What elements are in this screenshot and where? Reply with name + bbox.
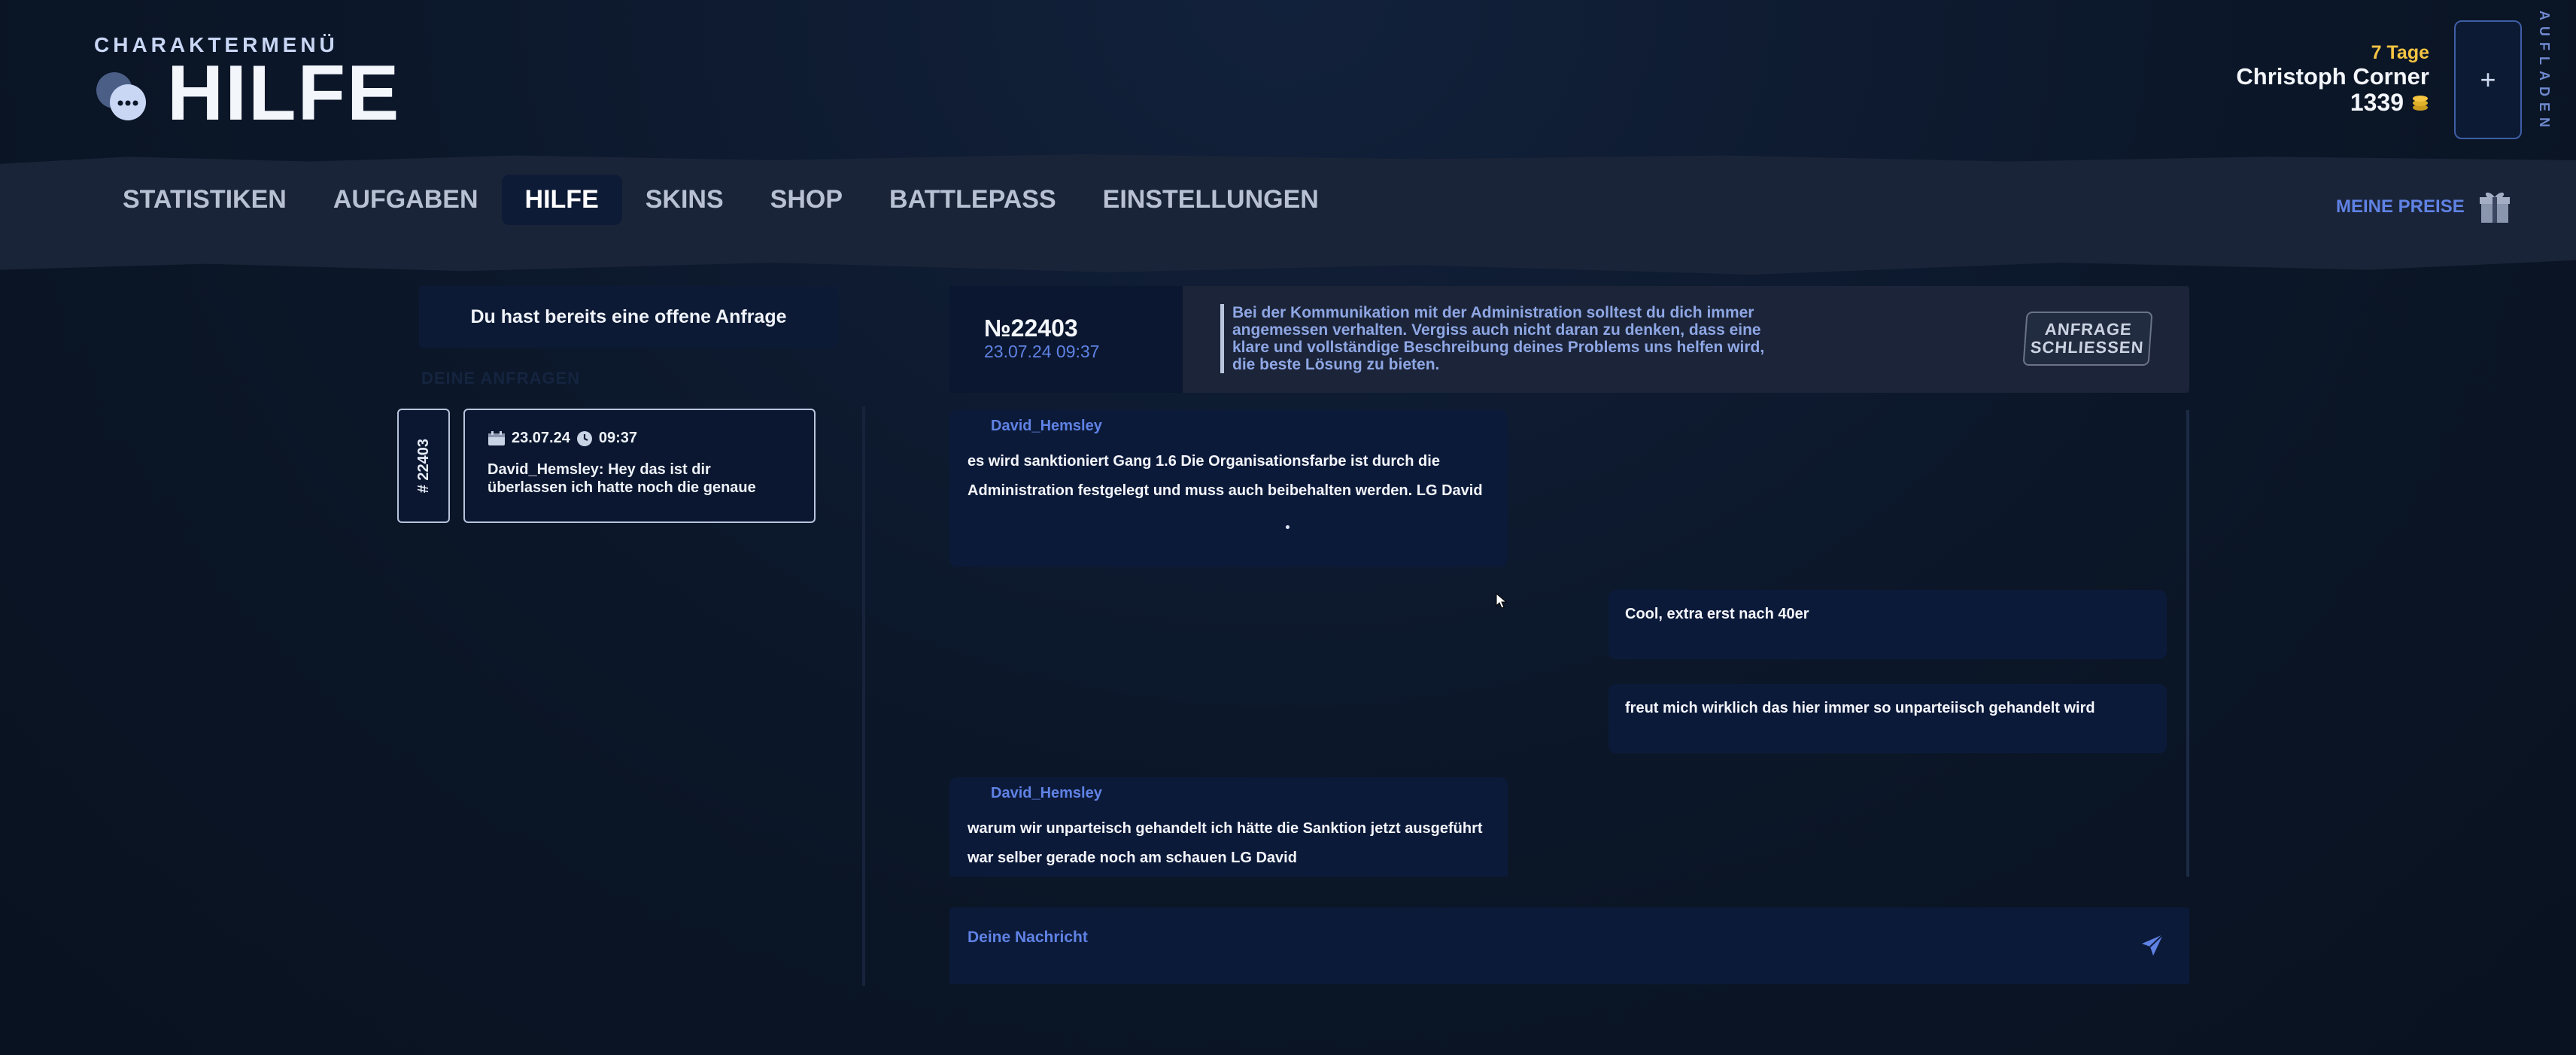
ticket-id-tab[interactable]: # 22403 xyxy=(397,409,450,523)
typing-dot xyxy=(1286,525,1290,529)
send-icon[interactable] xyxy=(2140,933,2164,957)
message-text: warum wir unparteisch gehandelt ich hätt… xyxy=(968,820,1483,866)
coin-icon xyxy=(2413,95,2428,111)
tab-aufgaben[interactable]: AUFGABEN xyxy=(310,175,502,225)
chat-message: David_Hemsley warum wir unparteisch geha… xyxy=(949,777,1508,877)
main-nav: STATISTIKEN AUFGABEN HILFE SKINS SHOP BA… xyxy=(99,173,1342,226)
topup-button[interactable]: + xyxy=(2454,20,2522,139)
tab-shop[interactable]: SHOP xyxy=(747,175,866,225)
info-accent-bar xyxy=(1220,304,1224,373)
chat-scrollbar[interactable] xyxy=(2186,410,2189,877)
message-author: David_Hemsley xyxy=(991,785,1102,801)
message-text: freut mich wirklich das hier immer so un… xyxy=(1625,700,2095,716)
premium-days: 7 Tage xyxy=(2371,42,2429,63)
help-chat-icon xyxy=(96,72,146,120)
clock-icon xyxy=(576,430,592,446)
message-text: Cool, extra erst nach 40er xyxy=(1625,606,1809,622)
chat-message: Cool, extra erst nach 40er xyxy=(1608,590,2167,659)
message-placeholder: Deine Nachricht xyxy=(968,929,1088,946)
message-text: es wird sanktioniert Gang 1.6 Die Organi… xyxy=(968,453,1483,499)
mouse-cursor-icon xyxy=(1496,593,1508,609)
ticket-id: # 22403 xyxy=(415,438,432,494)
conduct-notice: Bei der Kommunikation mit der Administra… xyxy=(1232,304,1765,373)
tab-hilfe[interactable]: HILFE xyxy=(501,174,622,225)
column-divider xyxy=(862,406,865,986)
close-request-button[interactable]: ANFRAGE SCHLIESSEN xyxy=(2022,312,2153,366)
ticket-card[interactable]: 23.07.24 09:37 David_Hemsley: Hey das is… xyxy=(463,409,816,523)
ticket-preview: David_Hemsley: Hey das ist dir überlasse… xyxy=(488,461,756,496)
page-title: HILFE xyxy=(167,50,401,137)
my-requests-heading: DEINE ANFRAGEN xyxy=(421,369,581,388)
coin-balance: 1339 xyxy=(2350,89,2429,117)
user-name: Christoph Corner xyxy=(2236,63,2429,90)
my-prices-label: MEINE PREISE xyxy=(2336,196,2465,217)
ticket-number: №22403 xyxy=(984,315,1078,342)
coin-amount: 1339 xyxy=(2350,89,2404,116)
chat-message: David_Hemsley es wird sanktioniert Gang … xyxy=(949,410,1508,567)
chat-message: freut mich wirklich das hier immer so un… xyxy=(1608,684,2167,753)
tab-statistiken[interactable]: STATISTIKEN xyxy=(99,175,310,225)
ticket-meta: 23.07.24 09:37 xyxy=(488,430,791,447)
tab-skins[interactable]: SKINS xyxy=(622,175,747,225)
my-prices-link[interactable]: MEINE PREISE xyxy=(2336,190,2511,224)
ticket-date: 23.07.24 xyxy=(512,430,570,446)
tab-battlepass[interactable]: BATTLEPASS xyxy=(866,175,1080,225)
calendar-icon xyxy=(488,430,505,445)
gift-icon xyxy=(2479,192,2510,223)
topup-label[interactable]: AUFLADEN xyxy=(2529,11,2552,133)
message-input[interactable] xyxy=(949,908,2189,984)
ticket-datetime: 23.07.24 09:37 xyxy=(984,342,1100,361)
ticket-time: 09:37 xyxy=(598,430,638,446)
open-request-notice: Du hast bereits eine offene Anfrage xyxy=(419,286,838,348)
tab-einstellungen[interactable]: EINSTELLUNGEN xyxy=(1080,175,1342,225)
message-author: David_Hemsley xyxy=(991,418,1102,434)
